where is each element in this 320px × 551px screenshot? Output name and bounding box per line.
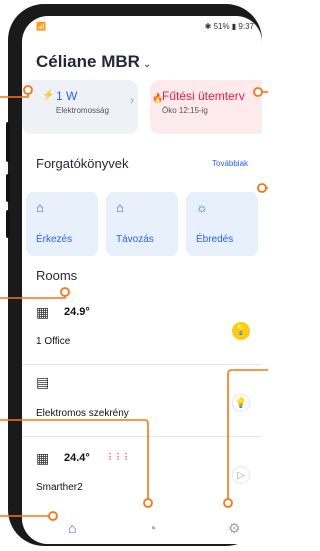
room-name: 1 Office — [36, 336, 71, 347]
signal-icon: 📶 — [36, 22, 46, 31]
play-icon[interactable]: ▷ — [232, 466, 250, 484]
side-button — [6, 122, 10, 162]
app-screen: 📶 ✱ 51% ▮ 9:37 Céliane MBR ⌄ ⚡ 1 W Elektr… — [22, 16, 262, 544]
side-button — [6, 210, 10, 238]
heating-icon: ⋮⋮⋮ — [106, 452, 130, 461]
scenes-more-link[interactable]: Továbbiak — [212, 159, 248, 168]
home-enter-icon: ⌂ — [36, 200, 44, 215]
room-name: Smarther2 — [36, 482, 83, 493]
energy-value: 1 W — [56, 89, 78, 103]
lightbulb-icon[interactable]: 💡 — [232, 394, 250, 412]
cabinet-icon: ▤ — [36, 374, 50, 390]
room-row[interactable]: ▦ 24.4° ⋮⋮⋮ Smarther2 ▷ — [22, 436, 262, 508]
scenes-title: Forgatókönyvek — [36, 156, 129, 171]
energy-card[interactable]: ⚡ 1 W Elektromosság › — [22, 80, 138, 134]
rooms-title: Rooms — [36, 268, 78, 283]
status-bar: 📶 ✱ 51% ▮ 9:37 — [22, 16, 262, 34]
energy-label: Elektromosság — [56, 106, 109, 115]
home-selector[interactable]: Céliane MBR ⌄ — [36, 52, 151, 72]
room-row[interactable]: ▤ Elektromos szekrény 💡 — [22, 364, 262, 437]
heating-schedule-status: Öko 12:15-ig — [162, 106, 208, 115]
side-button — [6, 174, 10, 202]
heating-schedule-card[interactable]: 🔥 Fűtési ütemterv Öko 12:15-ig — [150, 80, 262, 134]
chevron-down-icon: ⌄ — [142, 59, 152, 70]
chevron-right-icon: › — [130, 93, 134, 107]
room-icon: ▦ — [36, 304, 50, 320]
room-name: Elektromos szekrény — [36, 408, 129, 419]
scene-wakeup[interactable]: ☼ Ébredés — [186, 192, 258, 256]
lightbulb-icon[interactable]: 💡 — [232, 322, 250, 340]
bolt-icon: ⚡ — [42, 90, 55, 101]
home-leave-icon: ⌂ — [116, 200, 124, 215]
status-indicators: ✱ 51% ▮ 9:37 — [204, 22, 254, 31]
page-title: Céliane MBR — [36, 52, 140, 71]
scene-label: Távozás — [116, 234, 154, 245]
scene-label: Ébredés — [196, 234, 234, 245]
room-temperature: 24.4° — [64, 452, 90, 464]
scene-label: Érkezés — [36, 234, 73, 245]
room-row[interactable]: ▦ 24.9° 1 Office 💡 — [22, 294, 262, 365]
room-temperature: 24.9° — [64, 306, 90, 318]
room-icon: ▦ — [36, 450, 50, 466]
nav-settings-icon[interactable]: ⚙ — [228, 520, 241, 537]
sun-icon: ☼ — [196, 200, 208, 215]
heating-schedule-title: Fűtési ütemterv — [162, 89, 245, 103]
nav-history-icon[interactable]: ◔ — [148, 520, 156, 536]
scene-leave[interactable]: ⌂ Távozás — [106, 192, 178, 256]
scene-arrive[interactable]: ⌂ Érkezés — [26, 192, 98, 256]
nav-home-icon[interactable]: ⌂ — [68, 520, 76, 536]
bottom-nav: ⌂ ◔ ⚙ — [22, 512, 262, 544]
phone-frame: 📶 ✱ 51% ▮ 9:37 Céliane MBR ⌄ ⚡ 1 W Elektr… — [6, 4, 262, 546]
